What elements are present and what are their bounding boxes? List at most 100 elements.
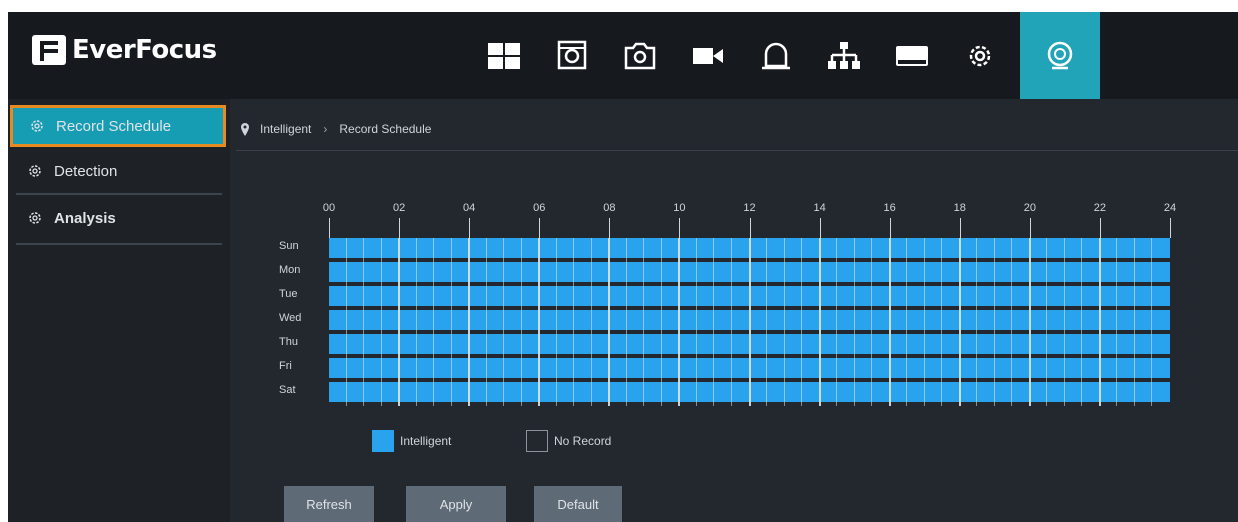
settings-gear-icon	[969, 45, 991, 66]
sidebar-item-analysis[interactable]: Analysis	[8, 195, 230, 241]
top-nav	[470, 12, 1100, 99]
slot-divider	[1116, 238, 1118, 406]
hour-label: 02	[392, 202, 406, 214]
hour-label: 12	[743, 202, 756, 214]
hour-label: 18	[953, 202, 966, 214]
slot-divider	[1011, 238, 1013, 406]
default-button[interactable]: Default	[534, 486, 622, 522]
slot-divider	[853, 238, 855, 406]
storage-disk-icon	[896, 45, 928, 66]
hour-tick	[889, 218, 891, 238]
intelligent-icon	[1047, 41, 1073, 69]
app-window: EverFocus Record Schedule Detection Anal…	[8, 12, 1238, 522]
legend-no-record[interactable]: No Record	[526, 430, 611, 452]
top-bar: EverFocus	[8, 12, 1238, 99]
slot-divider	[660, 238, 662, 406]
slot-divider	[625, 238, 627, 406]
hour-label: 06	[533, 202, 546, 214]
slot-divider	[871, 238, 873, 406]
slot-divider	[590, 238, 592, 406]
hour-label: 10	[673, 202, 686, 214]
slot-divider	[503, 238, 505, 406]
nav-record[interactable]	[674, 12, 742, 99]
hour-tick	[539, 218, 541, 238]
slot-divider	[766, 238, 768, 406]
nav-network[interactable]	[810, 12, 878, 99]
legend-intelligent[interactable]: Intelligent	[372, 430, 451, 452]
sidebar-divider	[16, 243, 222, 245]
slot-divider	[1133, 238, 1135, 406]
slot-divider	[678, 238, 681, 406]
slot-divider	[783, 238, 785, 406]
hour-tick	[399, 218, 401, 238]
nav-snapshot[interactable]	[606, 12, 674, 99]
brand-name: EverFocus	[72, 35, 217, 65]
sidebar: Record Schedule Detection Analysis	[8, 99, 230, 522]
slot-divider	[888, 238, 891, 406]
slot-divider	[608, 238, 611, 406]
legend-swatch-no-record[interactable]	[526, 430, 548, 452]
day-label: Sat	[279, 384, 296, 396]
hour-label: 08	[603, 202, 616, 214]
nav-alarm[interactable]	[742, 12, 810, 99]
day-label: Thu	[279, 336, 298, 348]
nav-storage[interactable]	[878, 12, 946, 99]
playback-icon	[557, 40, 587, 69]
hour-label: 20	[1023, 202, 1036, 214]
legend-label: Intelligent	[400, 434, 452, 448]
hour-tick	[819, 218, 821, 238]
hour-label: 14	[813, 202, 826, 214]
day-label: Tue	[279, 288, 298, 300]
sidebar-item-label: Detection	[54, 162, 118, 180]
gear-icon	[31, 120, 43, 132]
nav-live-view[interactable]	[470, 12, 538, 99]
slot-divider	[415, 238, 417, 406]
hour-tick	[1170, 218, 1171, 238]
nav-settings[interactable]	[946, 12, 1014, 99]
sidebar-item-detection[interactable]: Detection	[8, 151, 230, 191]
slot-divider	[433, 238, 435, 406]
slot-divider	[801, 238, 803, 406]
slot-divider	[730, 238, 732, 406]
slot-divider	[836, 238, 838, 406]
schedule-grid-area[interactable]	[329, 238, 1170, 406]
legend-swatch-intelligent[interactable]	[372, 430, 394, 452]
day-label: Mon	[279, 264, 301, 276]
slot-divider	[1046, 238, 1048, 406]
slot-divider	[520, 238, 522, 406]
slot-divider	[485, 238, 487, 406]
breadcrumb-root[interactable]: Intelligent	[260, 122, 311, 136]
hour-tick	[469, 218, 471, 238]
hour-tick	[1099, 218, 1101, 238]
record-schedule-grid: 00 02 04 06 08 10 12 14 16 18 20 22 24 Sun Mon Tue Wed T…	[274, 202, 1194, 422]
hour-tick	[609, 218, 611, 238]
gear-icon	[29, 165, 41, 177]
slot-divider	[993, 238, 995, 406]
slot-divider	[1063, 238, 1065, 406]
slot-divider	[1081, 238, 1083, 406]
slot-divider	[468, 238, 471, 406]
slot-divider	[748, 238, 751, 406]
slot-divider	[713, 238, 715, 406]
slot-divider	[1028, 238, 1031, 406]
slot-divider	[398, 238, 401, 406]
hour-label: 24	[1163, 202, 1177, 214]
apply-button[interactable]: Apply	[406, 486, 506, 522]
nav-playback[interactable]	[538, 12, 606, 99]
sidebar-item-label: Record Schedule	[56, 117, 172, 135]
slot-divider	[923, 238, 925, 406]
brand-logo-mark	[32, 35, 66, 65]
refresh-button[interactable]: Refresh	[284, 486, 374, 522]
slot-divider	[555, 238, 557, 406]
network-icon	[828, 41, 860, 69]
sidebar-item-label: Analysis	[54, 209, 116, 227]
breadcrumb: Intelligent › Record Schedule	[240, 114, 431, 144]
location-pin-icon	[241, 122, 249, 136]
nav-intelligent[interactable]	[1020, 12, 1100, 99]
record-camera-icon	[693, 47, 723, 64]
sidebar-item-record-schedule[interactable]: Record Schedule	[10, 105, 226, 147]
slot-divider	[976, 238, 978, 406]
alarm-bell-icon	[762, 42, 790, 69]
snapshot-camera-icon	[624, 42, 656, 69]
slot-divider	[695, 238, 697, 406]
